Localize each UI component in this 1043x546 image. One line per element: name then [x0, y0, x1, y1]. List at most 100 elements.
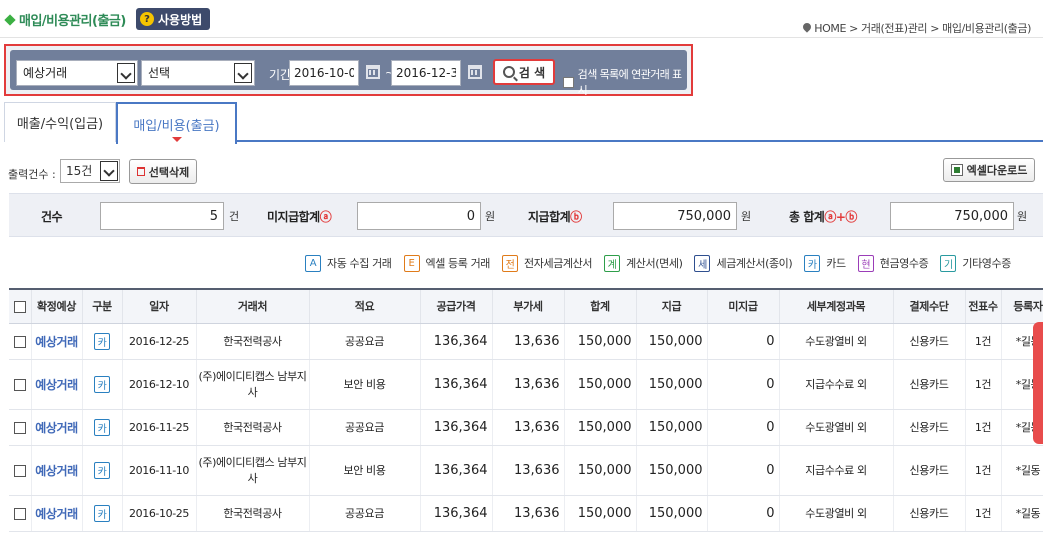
legend-label: 엑셀 등록 거래	[425, 257, 491, 270]
row-vat-amount: 13,636	[492, 409, 565, 446]
side-panel-tab[interactable]	[1033, 322, 1043, 444]
table-row[interactable]: 예상거래 카 2016-11-10 (주)에이디티캡스 남부지사 보안 비용 136,36…	[9, 445, 1043, 496]
trade-type-select[interactable]: 예상거래	[16, 60, 138, 86]
row-select-cell[interactable]	[9, 495, 32, 532]
legend-item: A 자동 수집 거래	[305, 254, 392, 272]
row-total-amount: 150,000	[564, 409, 637, 446]
row-supply-amount: 136,364	[420, 323, 493, 360]
row-paid-amount: 150,000	[636, 323, 708, 360]
row-slip-count: 1건	[965, 409, 1002, 446]
search-button[interactable]: 검 색	[493, 59, 555, 85]
row-status-link[interactable]: 예상거래	[31, 445, 83, 496]
legend-tag-icon: 세	[694, 254, 711, 272]
legend-label: 세금계산서(종이)	[716, 257, 793, 270]
header-select-all[interactable]	[9, 288, 32, 324]
legend-tag-icon: 계	[604, 254, 621, 272]
row-vat-amount: 13,636	[492, 359, 565, 410]
tab-purchase[interactable]: 매입/비용(출금)	[116, 102, 237, 144]
row-checkbox[interactable]	[13, 335, 26, 348]
row-date: 2016-11-25	[122, 409, 197, 446]
row-select-cell[interactable]	[9, 409, 32, 446]
row-unpaid-amount: 0	[707, 323, 780, 360]
row-vat-amount: 13,636	[492, 323, 565, 360]
row-paid-amount: 150,000	[636, 409, 708, 446]
legend-label: 현금영수증	[879, 257, 929, 270]
card-tag-icon: 카	[94, 418, 110, 436]
row-status-link[interactable]: 예상거래	[31, 495, 83, 532]
header-unpaid: 미지급	[707, 288, 780, 324]
excel-download-button[interactable]: 엑셀다운로드	[943, 158, 1035, 182]
table-row[interactable]: 예상거래 카 2016-11-25 한국전력공사 공공요금 136,364 13,636 15…	[9, 409, 1043, 446]
table-header-row: 확정예상 구분 일자 거래처 적요 공급가격 부가세 합계 지급 미지급 세부계…	[9, 288, 1043, 324]
grand-total-label: 총 합계ⓐ+ⓑ	[789, 208, 857, 225]
row-payment-method: 신용카드	[893, 323, 966, 360]
row-checkbox[interactable]	[13, 507, 26, 520]
row-vat-amount: 13,636	[492, 495, 565, 532]
search-bar: 예상거래 선택 기간 : ~ 검 색 검색 목록에 연관거래 표시	[10, 50, 687, 97]
legend-item: 세 세금계산서(종이)	[694, 254, 793, 272]
row-account: 수도광열비 외	[779, 495, 894, 532]
legend-item: 전 전자세금계산서	[502, 254, 592, 272]
row-date: 2016-12-25	[122, 323, 197, 360]
header-account: 세부계정과목	[779, 288, 894, 324]
checkbox-box[interactable]	[563, 76, 574, 88]
header-paid: 지급	[636, 288, 708, 324]
delete-selected-button[interactable]: 선택삭제	[129, 159, 197, 184]
related-trade-checkbox[interactable]: 검색 목록에 연관거래 표시	[563, 66, 687, 98]
table-row[interactable]: 예상거래 카 2016-12-10 (주)에이디티캡스 남부지사 보안 비용 136,36…	[9, 359, 1043, 410]
page-title-text: 매입/비용관리(출금)	[19, 14, 126, 29]
row-total-amount: 150,000	[564, 495, 637, 532]
row-total-amount: 150,000	[564, 323, 637, 360]
date-to-input[interactable]	[391, 60, 461, 86]
card-tag-icon: 카	[94, 375, 110, 393]
unpaid-mark: ⓐ	[319, 210, 332, 224]
header-user: 등록자	[1001, 288, 1043, 324]
row-account: 수도광열비 외	[779, 323, 894, 360]
header-date: 일자	[122, 288, 197, 324]
row-status-link[interactable]: 예상거래	[31, 409, 83, 446]
tab-sales[interactable]: 매출/수익(입금)	[4, 102, 116, 142]
legend-item: 카 카드	[804, 254, 846, 272]
select-all-checkbox[interactable]	[13, 300, 26, 313]
row-select-cell[interactable]	[9, 445, 32, 496]
row-memo: 공공요금	[309, 323, 421, 360]
diamond-icon	[4, 14, 16, 26]
legend-label: 자동 수집 거래	[327, 257, 392, 270]
chevron-down-icon	[117, 63, 135, 83]
row-select-cell[interactable]	[9, 323, 32, 360]
header-supply: 공급가격	[420, 288, 493, 324]
header-total: 합계	[564, 288, 637, 324]
row-supply-amount: 136,364	[420, 445, 493, 496]
row-status-link[interactable]: 예상거래	[31, 359, 83, 410]
calendar-icon[interactable]	[468, 65, 482, 79]
date-from-input[interactable]	[289, 60, 359, 86]
unpaid-total-value: 0	[357, 202, 481, 230]
filter-select[interactable]: 선택	[141, 60, 255, 86]
row-date: 2016-12-10	[122, 359, 197, 410]
count-label: 건수	[41, 210, 63, 224]
legend-tag-icon: 카	[804, 254, 821, 272]
row-vendor: (주)에이디티캡스 남부지사	[196, 445, 310, 496]
table-row[interactable]: 예상거래 카 2016-12-25 한국전력공사 공공요금 136,364 13,636 15…	[9, 323, 1043, 360]
row-status-link[interactable]: 예상거래	[31, 323, 83, 360]
question-icon: ?	[140, 12, 154, 26]
row-select-cell[interactable]	[9, 359, 32, 410]
row-memo: 보안 비용	[309, 445, 421, 496]
unpaid-total-label-text: 미지급합계	[267, 210, 320, 224]
tab-bar: 매출/수익(입금) 매입/비용(출금)	[4, 102, 1043, 144]
row-checkbox[interactable]	[13, 421, 26, 434]
row-supply-amount: 136,364	[420, 495, 493, 532]
help-button[interactable]: ? 사용방법	[136, 8, 211, 30]
legend-label: 카드	[826, 257, 846, 270]
row-date: 2016-11-10	[122, 445, 197, 496]
row-checkbox[interactable]	[13, 464, 26, 477]
row-account: 지급수수료 외	[779, 359, 894, 410]
unpaid-total-unit: 원	[485, 210, 496, 223]
row-slip-count: 1건	[965, 323, 1002, 360]
row-kind-cell: 카	[82, 409, 123, 446]
calendar-icon[interactable]	[366, 65, 380, 79]
grand-total-unit: 원	[1017, 210, 1028, 223]
row-checkbox[interactable]	[13, 378, 26, 391]
table-row[interactable]: 예상거래 카 2016-10-25 한국전력공사 공공요금 136,364 13,636 15…	[9, 495, 1043, 532]
output-count-select[interactable]: 15건	[60, 159, 120, 183]
